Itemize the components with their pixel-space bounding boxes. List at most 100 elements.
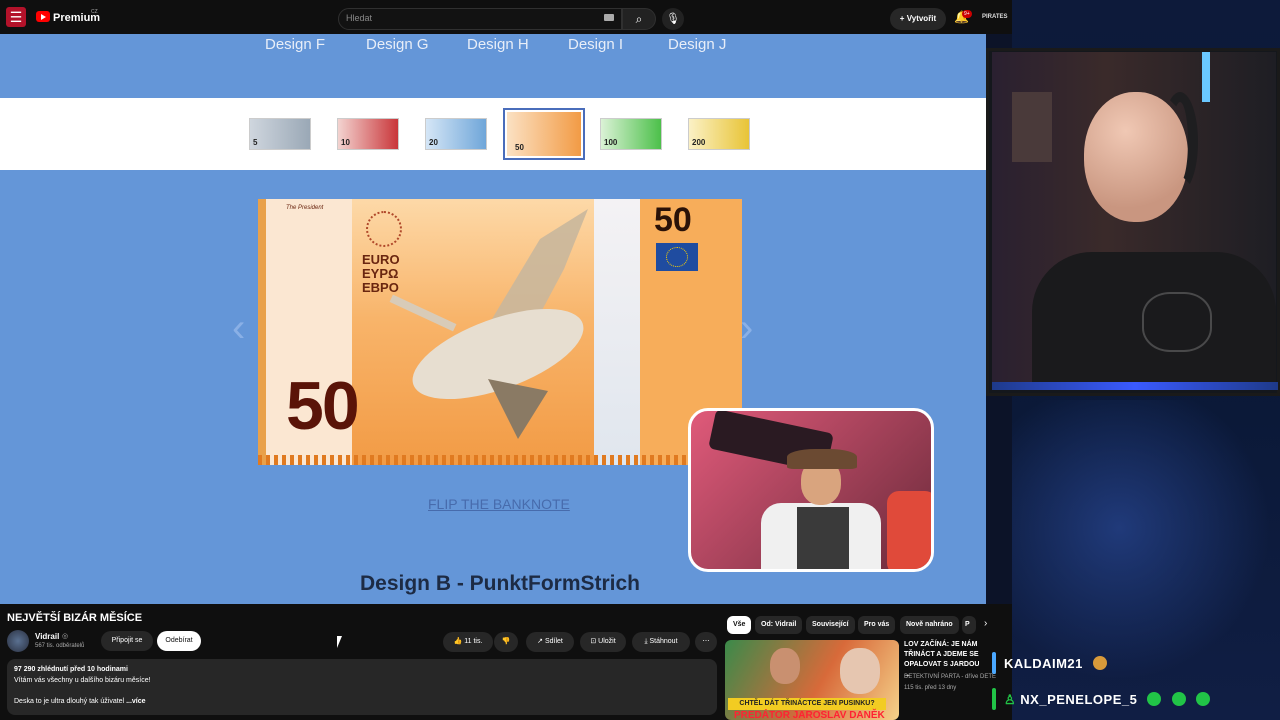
banknote-star-ring — [366, 211, 402, 247]
channel-avatar[interactable] — [7, 630, 29, 652]
stream-background-glow — [1012, 400, 1280, 720]
chip-related[interactable]: Související — [806, 616, 855, 634]
webcam-feed — [992, 52, 1276, 386]
pip-vest — [797, 507, 849, 569]
download-button[interactable]: ⤓ Stáhnout — [632, 632, 690, 652]
views-line: 97 290 zhlédnutí před 10 hodinami — [14, 666, 128, 673]
subscribe-button[interactable]: Odebírat — [157, 631, 201, 651]
pip-hat — [787, 449, 857, 469]
microphone-icon[interactable]: 🎙 — [662, 8, 684, 30]
save-button[interactable]: ⊡ Uložit — [580, 632, 626, 652]
webcam-accent-bar — [992, 382, 1278, 390]
chat-message-1: KALDAIM21 — [1004, 656, 1108, 671]
thumbnail-banner: CHTĚL DÁT TŘINÁCTCE JEN PUSINKU? — [728, 698, 886, 710]
search-icon[interactable]: ⌕ — [622, 8, 656, 30]
banknote-image: The President EURO EYPΩ EBPO 50 50 — [258, 199, 742, 465]
thumb-20-label: 20 — [429, 138, 438, 147]
tab-design-g: Design G — [366, 36, 429, 53]
chat-accent-1 — [992, 652, 996, 674]
chat-username-1: KALDAIM21 — [1004, 656, 1083, 671]
thumbnail-face-1 — [770, 648, 800, 684]
thumb-200-label: 200 — [692, 138, 706, 147]
thumb-20: 20 — [425, 118, 487, 150]
webcam-background-window — [1012, 92, 1052, 162]
search-placeholder: Hledat — [346, 13, 373, 23]
thumbnail-face-2 — [840, 648, 880, 694]
denomination-strip: 5 10 20 50 100 200 — [0, 98, 986, 170]
banknote-security-stripe — [594, 199, 640, 465]
chip-more[interactable]: P — [962, 616, 976, 634]
webcam-shirt-print — [1142, 292, 1212, 352]
emote-icon — [1147, 692, 1162, 706]
design-caption: Design B - PunktFormStrich — [359, 572, 641, 595]
banknote-value-large: 50 — [286, 368, 360, 444]
youtube-logo-icon[interactable] — [36, 11, 50, 22]
chip-for-you[interactable]: Pro vás — [858, 616, 896, 634]
description-line-2: Deska to je ultra dlouhý tak úživatel ..… — [14, 698, 146, 705]
brand-region: CZ — [91, 9, 98, 15]
banknote-value-small: 50 — [654, 201, 692, 239]
chip-from-channel[interactable]: Od: Vidrail — [755, 616, 803, 634]
chat-badge-icon: ♙ — [1004, 692, 1017, 707]
like-button[interactable]: 👍 11 tis. — [443, 632, 493, 652]
thumb-5-label: 5 — [253, 138, 258, 147]
thumb-10: 10 — [337, 118, 399, 150]
thumb-50-label: 50 — [515, 143, 524, 152]
keyboard-icon[interactable] — [604, 14, 614, 21]
emote-icon — [1195, 692, 1210, 706]
design-tabs: Design F Design G Design H Design I Desi… — [0, 34, 986, 56]
thumbnail-headline: PREDÁTOR JAROSLAV DANĚK — [734, 710, 885, 720]
like-count: 11 tis. — [464, 638, 483, 645]
thumb-10-label: 10 — [341, 138, 350, 147]
share-label: Sdílet — [544, 638, 563, 645]
webcam-background-light — [1202, 52, 1210, 102]
prev-arrow-icon: ‹ — [232, 306, 246, 350]
channel-name[interactable]: Vidrail — [35, 632, 59, 641]
subscriber-count: 567 tis. odběratelů — [35, 643, 85, 649]
menu-icon[interactable]: ☰ — [6, 7, 26, 27]
banknote-edge — [258, 199, 266, 465]
account-avatar[interactable]: PIRATES — [982, 11, 1008, 23]
video-player[interactable]: Design F Design G Design H Design I Desi… — [0, 34, 986, 604]
thumb-50-selected: 50 — [503, 108, 585, 160]
tab-design-i: Design I — [568, 36, 624, 53]
chip-recent[interactable]: Nově nahráno — [900, 616, 959, 634]
tab-design-j: Design J — [668, 36, 727, 53]
tab-design-h: Design H — [467, 36, 529, 53]
tab-design-f: Design F — [265, 36, 326, 53]
youtube-window: ☰ Premium CZ Hledat ⌕ 🎙 + Vytvořit 🔔 9+ … — [0, 0, 1012, 720]
pip-chair — [887, 491, 931, 569]
description-line-1: Vítám vás všechny u dalšího bizáru měsíc… — [14, 677, 151, 684]
headphones-icon — [1162, 92, 1198, 192]
recommended-meta: DETEKTIVNÍ PARTA - dříve DETE 115 tis. p… — [904, 672, 996, 694]
create-label: Vytvořit — [906, 14, 937, 23]
more-actions-icon[interactable]: ⋯ — [695, 632, 717, 652]
search-input[interactable] — [338, 8, 622, 30]
join-button[interactable]: Připojit se — [101, 631, 153, 651]
banknote-header: The President — [286, 205, 324, 211]
banknote-bottom-stripes — [258, 455, 742, 465]
verified-check-icon: ◎ — [62, 633, 69, 640]
thumb-100-label: 100 — [604, 138, 618, 147]
chat-accent-2 — [992, 688, 996, 710]
banknote-title: EURO EYPΩ EBPO — [362, 252, 400, 295]
notification-badge: 9+ — [962, 10, 972, 18]
dislike-icon[interactable]: 👎 — [494, 632, 518, 652]
recommended-stats: 115 tis. před 13 dny — [904, 685, 957, 691]
more-link[interactable]: ...více — [126, 698, 145, 705]
chevron-right-icon[interactable]: › — [984, 618, 987, 629]
description-box[interactable]: 97 290 zhlédnutí před 10 hodinami Vítám … — [7, 659, 717, 715]
thumb-5: 5 — [249, 118, 311, 150]
eu-stars-icon — [666, 247, 688, 267]
chat-message-2: ♙ NX_PENELOPE_5 — [1004, 692, 1210, 708]
mouse-cursor-icon — [337, 636, 342, 648]
video-title: NEJVĚTŠÍ BIZÁR MĚSÍCE — [7, 612, 143, 624]
thumb-100: 100 — [600, 118, 662, 150]
download-label: Stáhnout — [649, 638, 678, 645]
youtube-topbar: ☰ Premium CZ Hledat ⌕ 🎙 + Vytvořit 🔔 9+ … — [0, 0, 1012, 34]
description-line-2-text: Deska to je ultra dlouhý tak úživatel — [14, 698, 125, 705]
share-button[interactable]: ↗ Sdílet — [526, 632, 574, 652]
create-button[interactable]: + Vytvořit — [890, 8, 946, 30]
chip-all[interactable]: Vše — [727, 616, 752, 634]
flip-banknote-link: FLIP THE BANKNOTE — [428, 496, 570, 512]
